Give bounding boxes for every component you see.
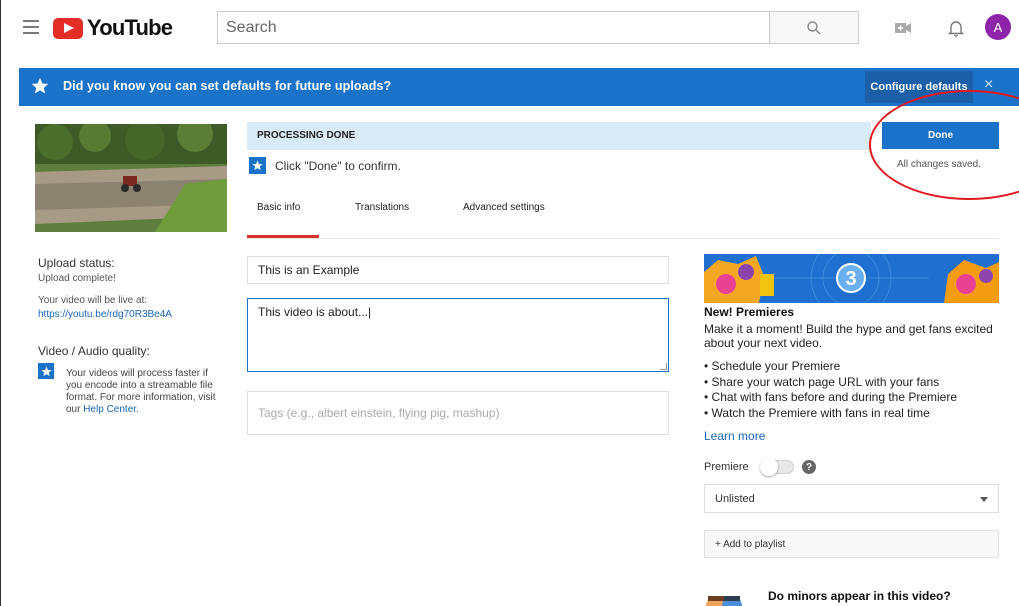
processing-status: PROCESSING DONE — [257, 130, 356, 141]
search-icon — [807, 20, 821, 34]
quality-label: Video / Audio quality: — [38, 344, 150, 358]
defaults-banner: Did you know you can set defaults for fu… — [19, 68, 1019, 106]
minors-question: Do minors appear in this video? — [768, 589, 951, 603]
youtube-logo[interactable]: YouTube — [53, 13, 173, 43]
star-icon — [31, 77, 49, 94]
list-item: Schedule your Premiere — [704, 359, 1004, 375]
configure-defaults-button[interactable]: Configure defaults — [865, 71, 973, 103]
done-button[interactable]: Done — [882, 122, 999, 149]
confirm-text: Click "Done" to confirm. — [275, 159, 401, 173]
premieres-description: Make it a moment! Build the hype and get… — [704, 322, 993, 350]
premiere-countdown-number: 3 — [845, 268, 856, 290]
confirm-star-icon — [249, 157, 266, 174]
menu-icon[interactable] — [23, 20, 39, 34]
upload-page: YouTube A Did you know you can set defau… — [0, 0, 1019, 606]
details-tabs: Basic info Translations Advanced setting… — [247, 193, 999, 239]
learn-more-link[interactable]: Learn more — [704, 429, 765, 443]
upload-status-label: Upload status: — [38, 256, 115, 270]
list-item: Watch the Premiere with fans in real tim… — [704, 406, 1004, 422]
visibility-select[interactable]: Unlisted — [704, 484, 999, 513]
search-button[interactable] — [769, 11, 859, 44]
processing-status-bar: PROCESSING DONE — [247, 122, 871, 150]
premieres-title: New! Premieres — [704, 305, 795, 319]
live-url-label: Your video will be live at: — [38, 295, 148, 306]
help-center-link[interactable]: Help Center. — [83, 404, 139, 415]
active-tab-indicator — [247, 235, 319, 238]
premiere-toggle[interactable] — [760, 458, 794, 476]
video-thumbnail[interactable] — [35, 124, 227, 232]
notifications-bell-icon[interactable] — [945, 17, 967, 39]
search-bar — [217, 11, 859, 44]
premieres-feature-list: Schedule your Premiere Share your watch … — [704, 359, 1004, 421]
quality-star-icon — [38, 363, 54, 379]
description-textarea[interactable]: This video is about...| — [247, 298, 669, 372]
search-input[interactable] — [217, 11, 769, 44]
upload-status-value: Upload complete! — [38, 273, 116, 284]
toggle-knob — [760, 458, 778, 476]
tab-translations[interactable]: Translations — [355, 202, 409, 213]
premieres-illustration: 3 — [704, 254, 999, 303]
list-item: Share your watch page URL with your fans — [704, 375, 1004, 391]
tags-input[interactable] — [247, 391, 669, 435]
title-input[interactable] — [247, 256, 669, 284]
list-item: Chat with fans before and during the Pre… — [704, 390, 1004, 406]
visibility-value: Unlisted — [715, 493, 755, 505]
save-status: All changes saved. — [897, 159, 981, 170]
add-to-playlist-button[interactable]: + Add to playlist — [704, 530, 999, 558]
tab-advanced-settings[interactable]: Advanced settings — [463, 202, 545, 213]
live-url-link[interactable]: https://youtu.be/rdg70R3Be4A — [38, 309, 172, 320]
close-banner-icon[interactable]: × — [984, 76, 993, 94]
banner-text: Did you know you can set defaults for fu… — [63, 79, 392, 93]
youtube-play-icon — [53, 17, 83, 39]
textarea-resize-handle[interactable] — [660, 363, 667, 370]
video-camera-icon[interactable] — [892, 17, 914, 39]
help-icon[interactable]: ? — [802, 460, 816, 474]
account-avatar[interactable]: A — [985, 14, 1011, 40]
chevron-down-icon — [980, 497, 988, 502]
top-header: YouTube A — [1, 0, 1019, 56]
tab-basic-info[interactable]: Basic info — [257, 202, 300, 213]
minors-illustration-icon — [706, 596, 742, 606]
logo-text: YouTube — [87, 15, 173, 40]
premiere-toggle-label: Premiere — [704, 461, 749, 473]
quality-info-text: Your videos will process faster if you e… — [66, 368, 216, 415]
